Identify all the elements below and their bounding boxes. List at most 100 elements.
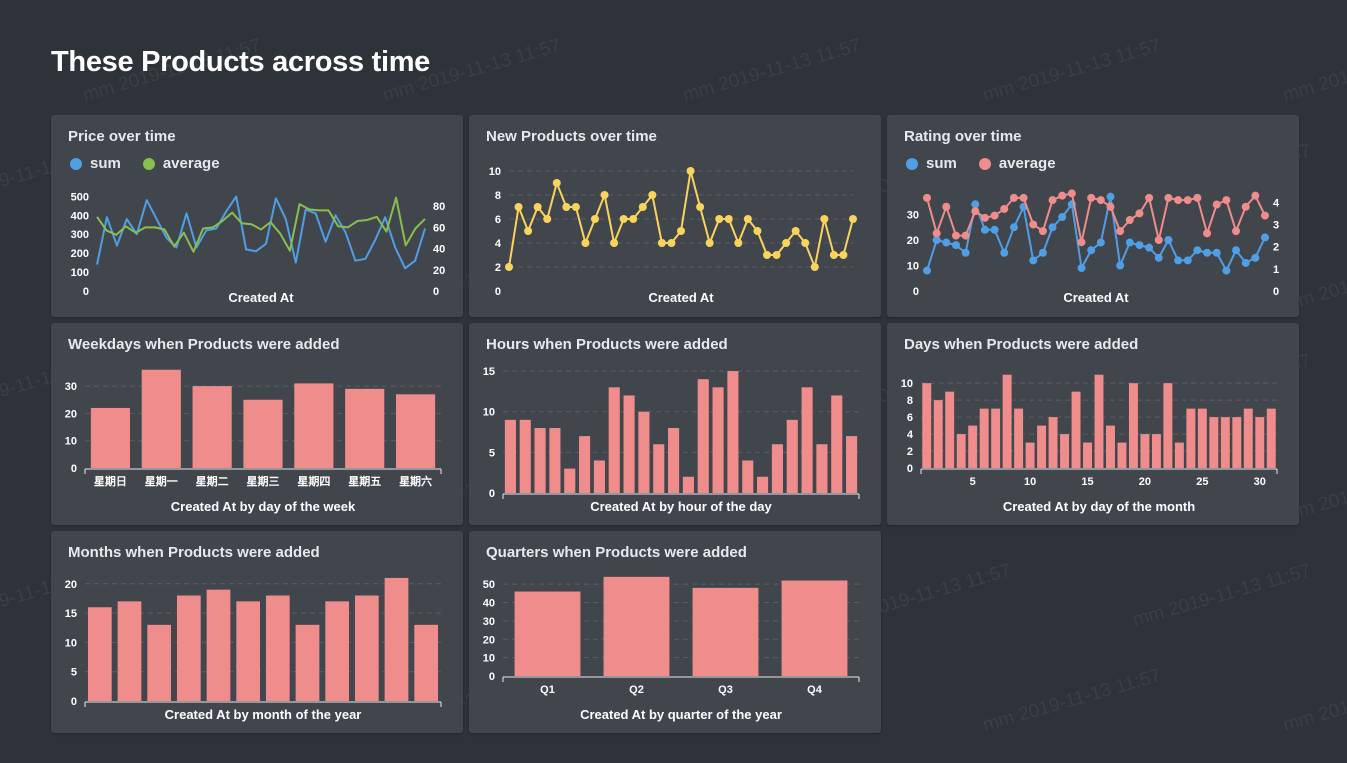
bar [831,395,843,493]
bar [414,624,439,701]
data-point [677,227,685,235]
data-point [1251,191,1260,200]
x-tick-label: 星期五 [348,474,381,488]
data-point [648,191,657,199]
data-point [1067,189,1076,198]
data-point [1096,196,1105,205]
bar [1037,425,1047,468]
data-point [610,239,619,247]
bar [922,383,932,468]
bar [771,444,783,493]
bar [991,408,1001,468]
bar [682,476,694,493]
data-point [1048,196,1057,205]
data-point [971,207,980,216]
bar [1071,391,1081,468]
bar [1220,417,1230,468]
data-point [942,238,951,247]
x-tick-label: 25 [1196,476,1208,488]
data-point [923,266,931,275]
bar [206,589,231,701]
y-tick-label: 30 [65,381,77,393]
data-point [1029,220,1038,229]
y-tick-label: 300 [71,229,89,241]
bar [1255,417,1265,468]
card-hours[interactable]: Hours when Products were added 0 5 10 15 Cre… [469,323,881,525]
card-weekdays[interactable]: Weekdays when Products were added 0 10 20 3… [51,323,463,525]
x-tick-label: 星期四 [297,474,330,488]
x-axis-label: Created At [648,290,714,305]
y-tick-label: 500 [71,191,89,203]
data-point [1116,261,1125,270]
data-point [638,203,647,211]
bar [1060,434,1070,468]
weekdays-bar-chart: 0 10 20 30 星期日 星期一 星期二 星期三 星期四 星期五 星期六 Created At b… [65,369,442,514]
bar [117,601,142,701]
card-price-over-time[interactable]: Price over time sum average 0 100 200 300 40… [51,115,463,317]
y-tick-label: 0 [71,696,77,708]
data-point [1154,236,1163,244]
bar [608,387,620,493]
bar [781,580,848,676]
x-tick-label: Q4 [807,684,823,696]
bar [295,624,320,701]
y-tick-label: 20 [907,235,919,247]
card-quarters[interactable]: Quarters when Products were added 0 10 20 3… [469,531,881,733]
data-point [961,248,970,257]
bar [968,425,978,468]
x-axis-label: Created At by day of the week [171,499,356,514]
bar [504,419,516,493]
bar [176,595,201,701]
data-point [829,251,838,259]
data-point [1000,204,1009,213]
card-months[interactable]: Months when Products were added 0 5 10 15 20… [51,531,463,733]
y-tick-label: 10 [483,407,495,419]
x-axis-label: Created At by hour of the day [590,499,772,514]
bar [345,388,385,468]
bar [786,419,798,493]
data-point [980,225,989,234]
data-point [1212,200,1221,209]
y-tick-label: 30 [483,616,495,628]
data-point [1164,236,1173,244]
data-point [514,203,523,211]
y-tick-label: 6 [495,214,501,226]
bar [1083,442,1092,468]
y-tick-label-right: 1 [1273,264,1279,276]
data-point [1096,238,1105,247]
data-point [1154,253,1163,262]
y-tick-label: 4 [495,238,502,250]
card-days[interactable]: Days when Products were added 0 2 4 6 8 10 5 10… [887,323,1299,525]
y-tick-label: 15 [65,608,77,620]
y-tick-label: 2 [495,262,501,274]
x-axis-label: Created At by day of the month [1003,499,1195,514]
data-point [667,239,676,247]
data-point [1038,248,1047,257]
data-point [1261,211,1269,220]
x-axis-label: Created At by month of the year [165,707,362,722]
data-point [600,191,609,199]
data-point [1087,193,1096,202]
data-point [1261,233,1269,242]
card-rating-over-time[interactable]: Rating over time sum average 0 10 20 30 0 1 2 3… [887,115,1299,317]
data-point [1232,246,1241,255]
x-tick-label: 15 [1081,476,1093,488]
y-tick-label: 5 [489,447,495,459]
y-tick-label: 8 [495,190,501,202]
data-point [1048,223,1057,232]
watermark-text: mm 2019-11-13 11:57 [980,35,1164,106]
data-point [1135,241,1144,250]
series-line-sum [96,195,426,270]
bar [90,407,131,468]
bar [243,399,283,468]
data-point [1222,196,1231,205]
bar [757,476,769,493]
y-tick-label: 0 [907,463,913,475]
rating-line-chart: 0 10 20 30 0 1 2 3 4 Created At [907,189,1280,305]
card-new-products-over-time[interactable]: New Products over time 0 2 4 6 8 10 Created At [469,115,881,317]
series-line-average [926,192,1266,244]
y-tick-label: 20 [65,408,77,420]
data-point [657,239,666,247]
bar [236,601,261,701]
data-point [932,229,941,238]
